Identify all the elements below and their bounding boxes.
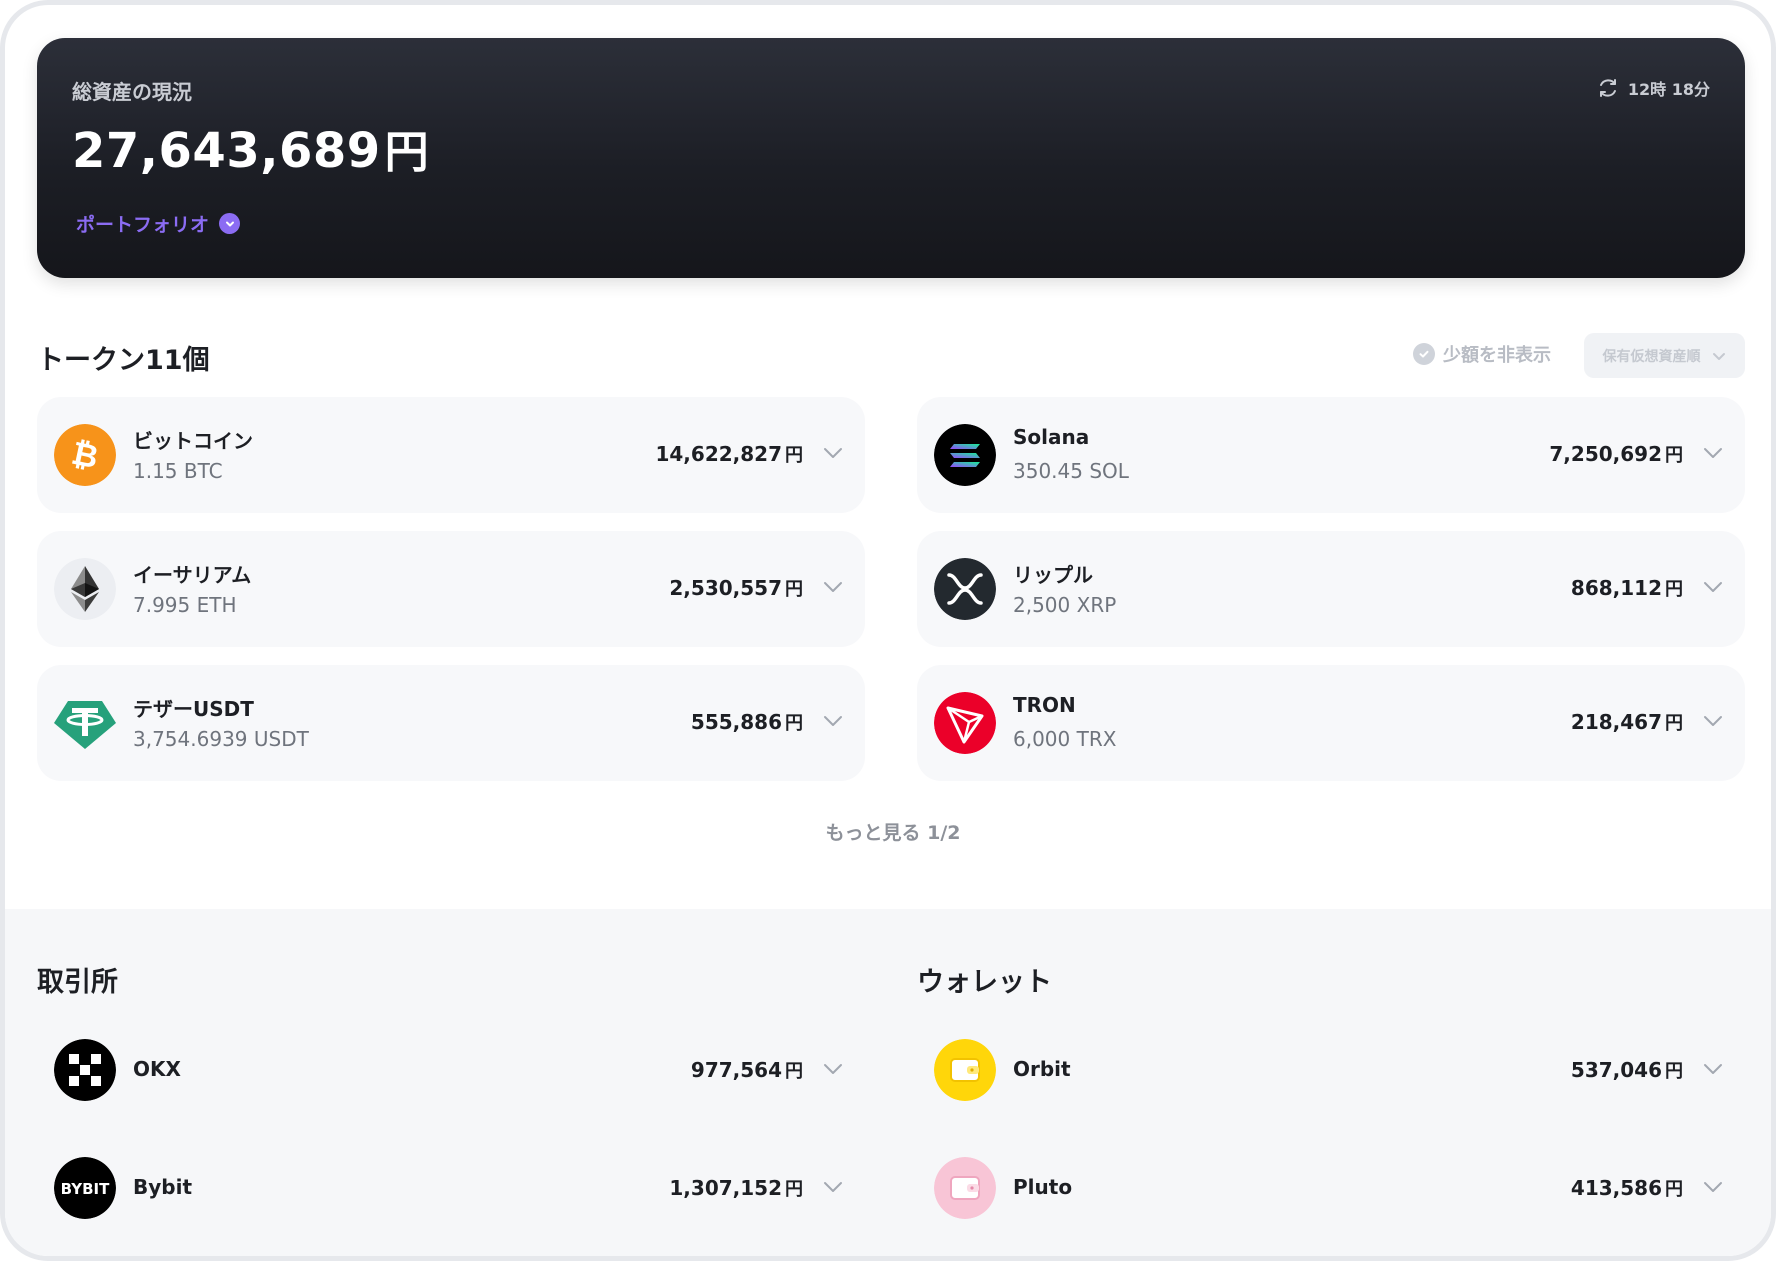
- chevron-down-icon[interactable]: [1701, 575, 1725, 599]
- chevron-down-icon[interactable]: [1701, 709, 1725, 733]
- chevron-down-icon[interactable]: [1701, 1175, 1725, 1199]
- token-name: TRON: [1013, 693, 1076, 717]
- check-circle-icon: [1413, 343, 1435, 365]
- token-value-amount: 218,467: [1570, 710, 1662, 734]
- token-value: 555,886 円: [691, 709, 803, 735]
- token-amount: 3,754.6939 USDT: [133, 727, 309, 751]
- token-name: テザーUSDT: [133, 697, 254, 721]
- chevron-down-icon[interactable]: [821, 1057, 845, 1081]
- portfolio-link-label: ポートフォリオ: [76, 214, 210, 236]
- exchange-value: 1,307,152 円: [669, 1175, 803, 1201]
- wallet-icon: [934, 1039, 996, 1101]
- exchange-value-unit: 円: [785, 1179, 803, 1200]
- chevron-down-icon[interactable]: [821, 709, 845, 733]
- exchange-value: 977,564 円: [691, 1057, 803, 1083]
- exchange-value-amount: 1,307,152: [669, 1176, 782, 1200]
- token-name: Solana: [1013, 425, 1090, 449]
- token-value-amount: 7,250,692: [1549, 442, 1662, 466]
- wallet-name: Pluto: [1013, 1175, 1073, 1199]
- wallet-value-amount: 537,046: [1570, 1058, 1662, 1082]
- okx-icon: [54, 1039, 116, 1101]
- chevron-down-icon[interactable]: [821, 575, 845, 599]
- portfolio-link[interactable]: ポートフォリオ: [76, 210, 241, 237]
- total-assets-value: 27,643,689円: [72, 116, 429, 180]
- token-card-xrp[interactable]: リップル 2,500 XRP 868,112 円: [917, 531, 1745, 647]
- token-value-unit: 円: [785, 713, 803, 734]
- ethereum-icon: [54, 558, 116, 620]
- wallet-value-amount: 413,586: [1570, 1176, 1662, 1200]
- token-value-amount: 2,530,557: [669, 576, 782, 600]
- sort-dropdown[interactable]: 保有仮想資産順: [1584, 333, 1745, 378]
- token-value: 2,530,557 円: [669, 575, 803, 601]
- show-more-button[interactable]: もっと見る 1/2: [5, 818, 1771, 845]
- token-card-bitcoin[interactable]: ₿ ビットコイン 1.15 BTC 14,622,827 円: [37, 397, 865, 513]
- chevron-down-icon[interactable]: [1701, 1057, 1725, 1081]
- exchange-row-bybit[interactable]: BYBIT Bybit 1,307,152 円: [37, 1148, 865, 1228]
- token-value: 7,250,692 円: [1549, 441, 1683, 467]
- tether-icon: [54, 692, 116, 754]
- wallet-row-orbit[interactable]: Orbit 537,046 円: [917, 1030, 1745, 1110]
- wallet-value-unit: 円: [1665, 1179, 1683, 1200]
- app-frame: 総資産の現況 27,643,689円 ポートフォリオ 12時 18分 トークン1…: [0, 0, 1776, 1261]
- token-card-tron[interactable]: TRON 6,000 TRX 218,467 円: [917, 665, 1745, 781]
- token-value-amount: 868,112: [1570, 576, 1662, 600]
- exchange-name: OKX: [133, 1057, 181, 1081]
- exchanges-section-title: 取引所: [37, 967, 118, 998]
- hide-small-balance-toggle[interactable]: 少額を非表示: [1413, 341, 1551, 367]
- token-value: 14,622,827 円: [655, 441, 803, 467]
- refresh-time: 12時 18分: [1627, 80, 1710, 99]
- chevron-down-icon[interactable]: [821, 441, 845, 465]
- sort-dropdown-label: 保有仮想資産順: [1602, 348, 1701, 365]
- wallet-icon: [934, 1157, 996, 1219]
- wallet-value: 537,046 円: [1571, 1057, 1683, 1083]
- token-card-solana[interactable]: Solana 350.45 SOL 7,250,692 円: [917, 397, 1745, 513]
- refresh-icon: [1599, 79, 1616, 97]
- wallet-name: Orbit: [1013, 1057, 1071, 1081]
- exchange-value-amount: 977,564: [690, 1058, 782, 1082]
- token-value-amount: 14,622,827: [655, 442, 782, 466]
- token-value: 218,467 円: [1571, 709, 1683, 735]
- token-name: ビットコイン: [133, 429, 253, 453]
- token-card-tether[interactable]: テザーUSDT 3,754.6939 USDT 555,886 円: [37, 665, 865, 781]
- wallet-row-pluto[interactable]: Pluto 413,586 円: [917, 1148, 1745, 1228]
- total-assets-unit: 円: [384, 127, 430, 178]
- bitcoin-icon: ₿: [54, 424, 116, 486]
- wallet-value-unit: 円: [1665, 1061, 1683, 1082]
- chevron-down-icon[interactable]: [1701, 441, 1725, 465]
- token-amount: 6,000 TRX: [1013, 727, 1117, 751]
- token-value-unit: 円: [1665, 445, 1683, 466]
- chevron-down-icon[interactable]: [821, 1175, 845, 1199]
- solana-icon: [934, 424, 996, 486]
- wallets-section-title: ウォレット: [917, 967, 1052, 998]
- token-value-unit: 円: [785, 579, 803, 600]
- token-card-ethereum[interactable]: イーサリアム 7.995 ETH 2,530,557 円: [37, 531, 865, 647]
- token-name: イーサリアム: [133, 563, 252, 587]
- bybit-icon: BYBIT: [54, 1157, 116, 1219]
- token-name: リップル: [1013, 563, 1093, 587]
- token-amount: 2,500 XRP: [1013, 593, 1117, 617]
- chevron-down-icon: [1712, 352, 1725, 360]
- xrp-icon: [934, 558, 996, 620]
- tokens-section-title: トークン11個: [37, 345, 210, 376]
- token-amount: 350.45 SOL: [1013, 459, 1129, 483]
- token-amount: 7.995 ETH: [133, 593, 237, 617]
- token-value-unit: 円: [785, 445, 803, 466]
- wallet-value: 413,586 円: [1571, 1175, 1683, 1201]
- exchange-name: Bybit: [133, 1175, 193, 1199]
- token-value: 868,112 円: [1571, 575, 1683, 601]
- token-value-amount: 555,886: [690, 710, 782, 734]
- refresh-button[interactable]: 12時 18分: [1596, 76, 1710, 100]
- total-assets-card: 総資産の現況 27,643,689円 ポートフォリオ 12時 18分: [37, 38, 1745, 278]
- chevron-right-icon: [219, 213, 241, 234]
- hide-small-balance-label: 少額を非表示: [1443, 345, 1551, 366]
- exchange-row-okx[interactable]: OKX 977,564 円: [37, 1030, 865, 1110]
- bybit-logo-text: BYBIT: [61, 1180, 110, 1198]
- token-amount: 1.15 BTC: [133, 459, 223, 483]
- total-assets-amount: 27,643,689: [72, 123, 381, 179]
- token-value-unit: 円: [1665, 579, 1683, 600]
- exchange-value-unit: 円: [785, 1061, 803, 1082]
- tron-icon: [934, 692, 996, 754]
- token-value-unit: 円: [1665, 713, 1683, 734]
- total-assets-label: 総資産の現況: [72, 80, 192, 104]
